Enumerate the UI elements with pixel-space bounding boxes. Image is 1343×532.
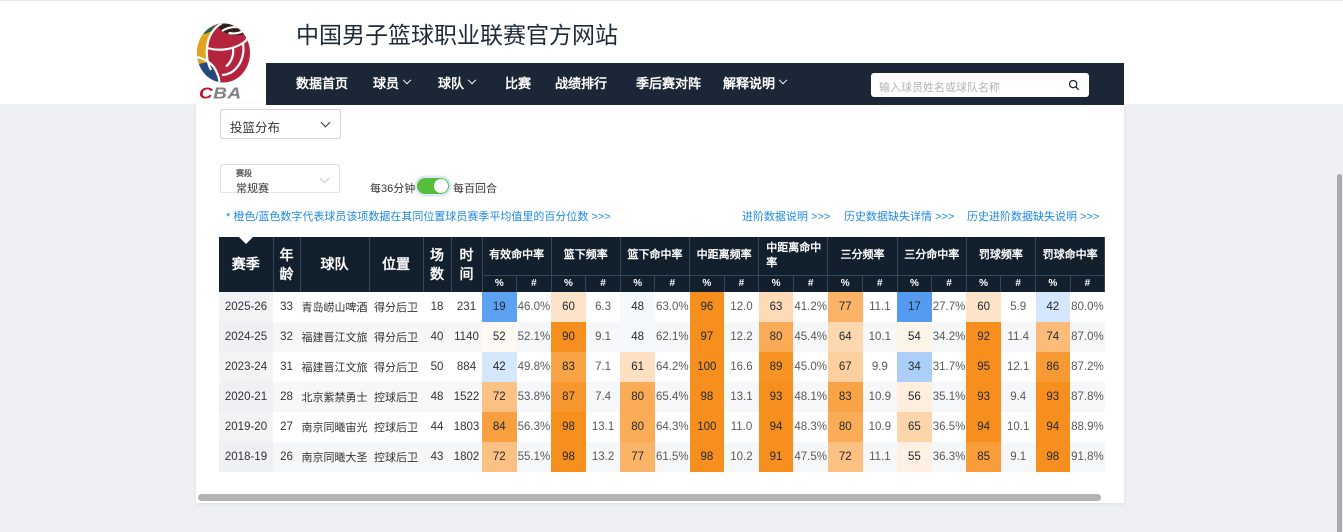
svg-text:CBA: CBA (199, 84, 242, 102)
